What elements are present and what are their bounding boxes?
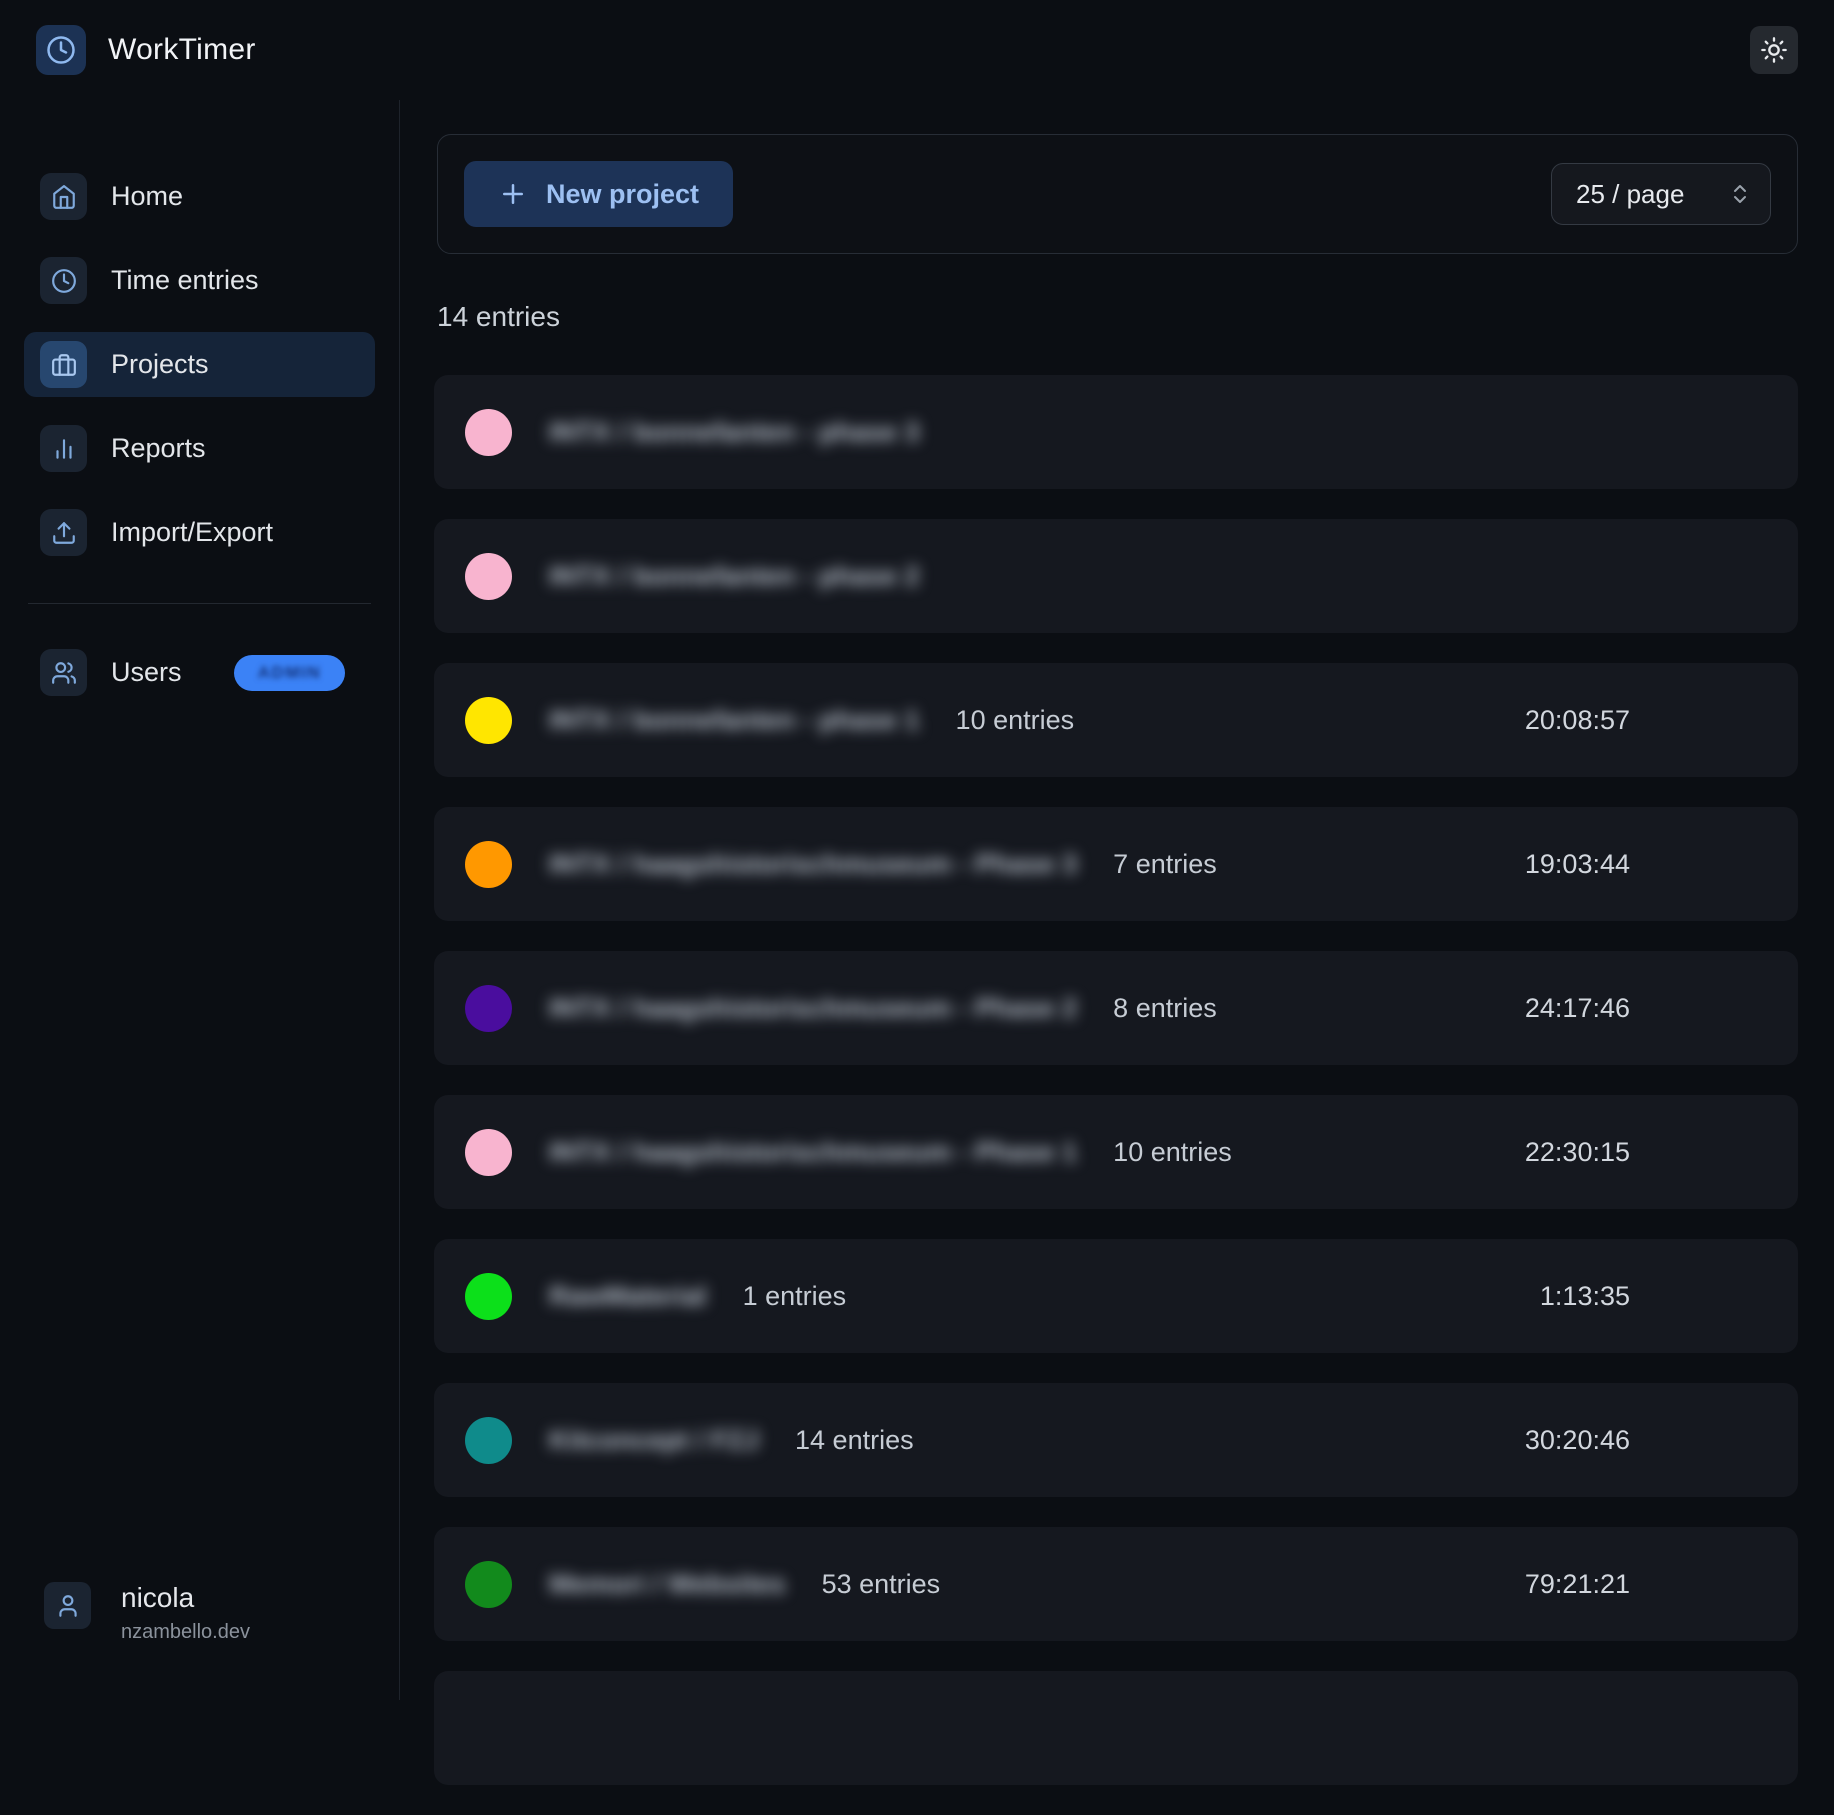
projects-list: INTX / bonnefanten - phase 3 INTX / bonn…	[434, 375, 1798, 1815]
project-name: Kitconcept / FZJ	[549, 1425, 759, 1456]
project-color-dot	[465, 409, 512, 456]
avatar	[44, 1582, 91, 1629]
project-settings-button[interactable]	[1704, 1134, 1740, 1170]
page-size-select[interactable]: 25 / page	[1551, 163, 1771, 225]
plus-icon	[498, 179, 528, 209]
project-name: INTX / bonnefanten - phase 3	[549, 417, 920, 448]
user-email: nzambello.dev	[121, 1621, 250, 1644]
sidebar-divider	[28, 603, 371, 604]
project-entries-count: 1 entries	[743, 1281, 847, 1312]
project-color-dot	[465, 553, 512, 600]
project-total-time: 1:13:35	[1540, 1281, 1630, 1312]
project-entries-count: 8 entries	[1113, 993, 1217, 1024]
project-color-dot	[465, 1417, 512, 1464]
sidebar-item-reports[interactable]: Reports	[24, 416, 375, 481]
project-settings-button[interactable]	[1704, 702, 1740, 738]
project-total-time: 22:30:15	[1525, 1137, 1630, 1168]
project-name: Memori / Websites	[549, 1569, 786, 1600]
project-row[interactable]: INTX / bonnefanten - phase 3	[434, 375, 1798, 489]
project-total-time: 30:20:46	[1525, 1425, 1630, 1456]
project-name: INTX / haagshistorischmuseum - Phase 3	[549, 849, 1077, 880]
sidebar-item-projects[interactable]: Projects	[24, 332, 375, 397]
project-color-dot	[465, 1129, 512, 1176]
project-name: INTX / bonnefanten - phase 2	[549, 561, 920, 592]
app-logo	[36, 25, 86, 75]
user-name: nicola	[121, 1582, 250, 1614]
project-row[interactable]: RawMaterial 1 entries 1:13:35	[434, 1239, 1798, 1353]
projects-toolbar: New project 25 / page	[437, 134, 1798, 254]
project-settings-button[interactable]	[1704, 990, 1740, 1026]
project-row[interactable]: INTX / haagshistorischmuseum - Phase 3 7…	[434, 807, 1798, 921]
project-color-dot	[465, 697, 512, 744]
project-settings-button[interactable]	[1704, 1710, 1740, 1746]
sidebar-item-import-export[interactable]: Import/Export	[24, 500, 375, 565]
project-entries-count: 14 entries	[795, 1425, 914, 1456]
upload-icon	[40, 509, 87, 556]
project-name: RawMaterial	[549, 1281, 707, 1312]
project-row[interactable]: Memori / Websites 53 entries 79:21:21	[434, 1527, 1798, 1641]
project-total-time: 79:21:21	[1525, 1569, 1630, 1600]
admin-badge: ADMIN	[234, 655, 345, 691]
project-total-time: 24:17:46	[1525, 993, 1630, 1024]
project-row[interactable]: INTX / bonnefanten - phase 1 10 entries …	[434, 663, 1798, 777]
project-entries-count: 10 entries	[956, 705, 1075, 736]
theme-toggle-button[interactable]	[1750, 26, 1798, 74]
chart-icon	[40, 425, 87, 472]
home-icon	[40, 173, 87, 220]
project-color-dot	[465, 841, 512, 888]
users-icon	[40, 649, 87, 696]
sidebar: Home Time entries Projects Reports Impor…	[0, 100, 400, 1700]
sidebar-nav: Home Time entries Projects Reports Impor…	[24, 164, 375, 565]
sidebar-item-home[interactable]: Home	[24, 164, 375, 229]
project-color-dot	[465, 1273, 512, 1320]
new-project-button[interactable]: New project	[464, 161, 733, 227]
entries-count: 14 entries	[437, 301, 560, 333]
chevrons-up-down-icon	[1728, 182, 1752, 206]
sun-icon	[1760, 36, 1788, 64]
project-total-time: 20:08:57	[1525, 705, 1630, 736]
project-color-dot	[465, 1561, 512, 1608]
topbar: WorkTimer	[0, 0, 1834, 100]
project-row[interactable]: INTX / bonnefanten - phase 2	[434, 519, 1798, 633]
project-settings-button[interactable]	[1704, 558, 1740, 594]
project-settings-button[interactable]	[1704, 414, 1740, 450]
project-row[interactable]	[434, 1671, 1798, 1785]
project-total-time: 19:03:44	[1525, 849, 1630, 880]
project-row[interactable]: INTX / haagshistorischmuseum - Phase 1 1…	[434, 1095, 1798, 1209]
sidebar-item-time-entries[interactable]: Time entries	[24, 248, 375, 313]
briefcase-icon	[40, 341, 87, 388]
project-settings-button[interactable]	[1704, 846, 1740, 882]
sidebar-item-users[interactable]: Users ADMIN	[24, 640, 375, 705]
app-title: WorkTimer	[108, 33, 256, 67]
project-entries-count: 10 entries	[1113, 1137, 1232, 1168]
project-name: INTX / haagshistorischmuseum - Phase 2	[549, 993, 1077, 1024]
person-icon	[55, 1593, 81, 1619]
project-settings-button[interactable]	[1704, 1278, 1740, 1314]
project-settings-button[interactable]	[1704, 1566, 1740, 1602]
user-profile[interactable]: nicola nzambello.dev	[44, 1582, 250, 1644]
project-color-dot	[465, 985, 512, 1032]
project-row[interactable]: INTX / haagshistorischmuseum - Phase 2 8…	[434, 951, 1798, 1065]
project-row[interactable]: Kitconcept / FZJ 14 entries 30:20:46	[434, 1383, 1798, 1497]
project-name: INTX / bonnefanten - phase 1	[549, 705, 920, 736]
project-settings-button[interactable]	[1704, 1422, 1740, 1458]
project-entries-count: 53 entries	[822, 1569, 941, 1600]
clock-icon	[40, 257, 87, 304]
project-entries-count: 7 entries	[1113, 849, 1217, 880]
project-name: INTX / haagshistorischmuseum - Phase 1	[549, 1137, 1077, 1168]
users-label: Users	[111, 657, 182, 688]
clock-logo-icon	[46, 35, 76, 65]
